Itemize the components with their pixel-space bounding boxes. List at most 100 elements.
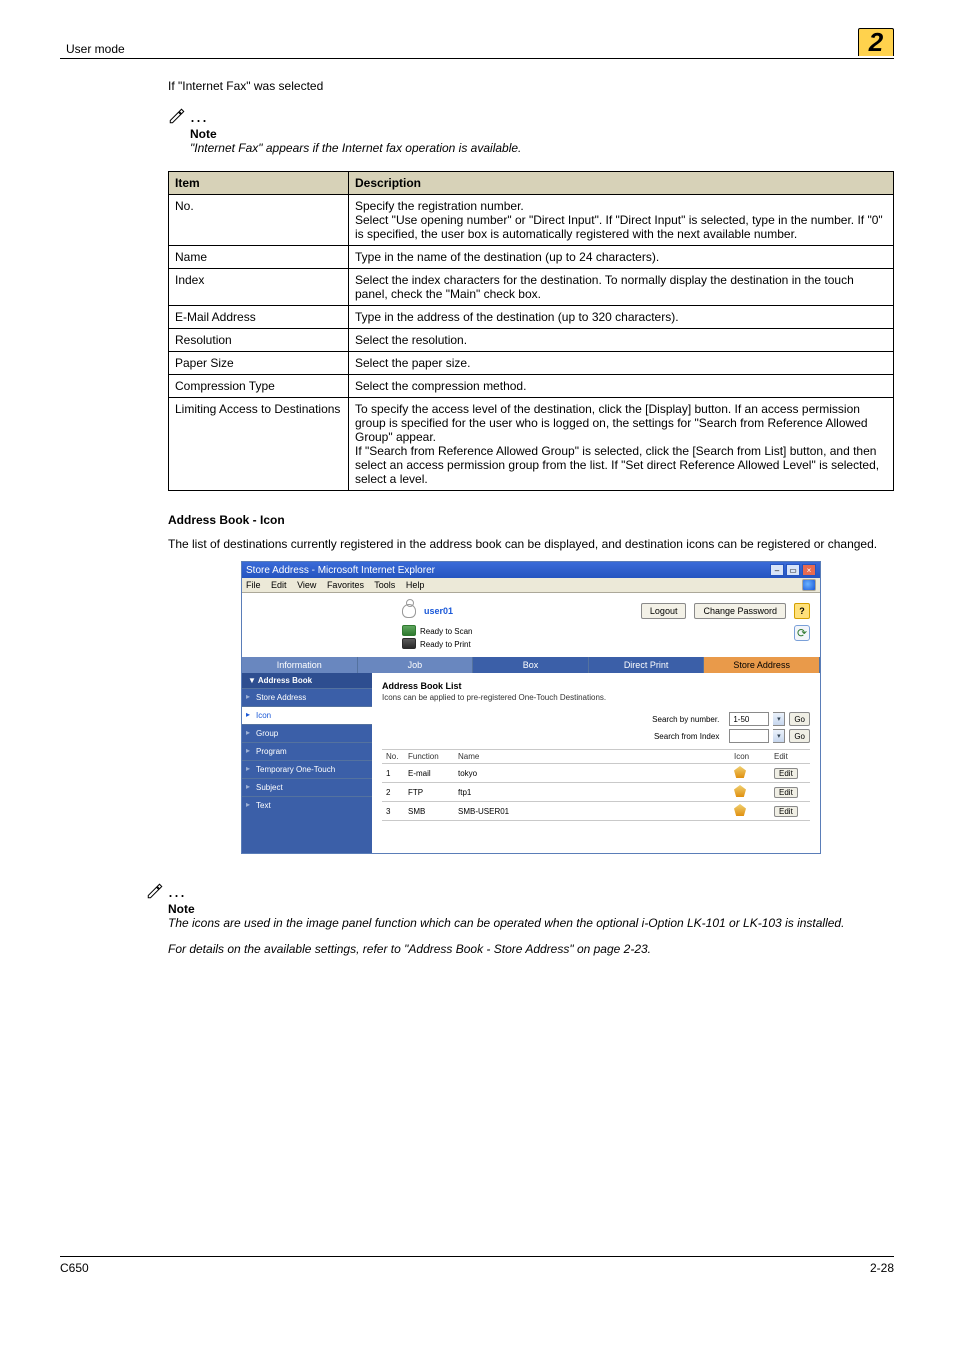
- side-group[interactable]: Group: [242, 724, 372, 742]
- status-scan: Ready to Scan: [420, 625, 472, 638]
- destination-list: No. Function Name Icon Edit: [382, 749, 810, 821]
- go-button-index[interactable]: Go: [789, 729, 810, 743]
- menu-tools[interactable]: Tools: [374, 580, 395, 590]
- close-button[interactable]: ×: [802, 564, 816, 576]
- menu-favorites[interactable]: Favorites: [327, 580, 364, 590]
- td-item: Index: [169, 269, 349, 306]
- main-tabs: Information Job Box Direct Print Store A…: [242, 657, 820, 673]
- dest-icon: [734, 766, 746, 778]
- dropdown-icon[interactable]: ▾: [773, 712, 785, 726]
- logout-button[interactable]: Logout: [641, 603, 687, 619]
- td-desc: Specify the registration number. Select …: [349, 195, 894, 246]
- menu-view[interactable]: View: [297, 580, 316, 590]
- dest-icon: [734, 804, 746, 816]
- go-button-number[interactable]: Go: [789, 712, 810, 726]
- dropdown-icon[interactable]: ▾: [773, 729, 785, 743]
- td-desc: Select the resolution.: [349, 329, 894, 352]
- header-bar: User mode 2: [60, 28, 894, 59]
- td-desc: To specify the access level of the desti…: [349, 398, 894, 491]
- tab-direct-print[interactable]: Direct Print: [589, 657, 705, 673]
- list-row: 1 E-mail tokyo Edit: [382, 764, 810, 783]
- side-subject[interactable]: Subject: [242, 778, 372, 796]
- scanner-status-icon: [402, 625, 416, 636]
- td-desc: Select the index characters for the dest…: [349, 269, 894, 306]
- intro-line: If "Internet Fax" was selected: [168, 79, 894, 93]
- lh-name: Name: [454, 750, 730, 764]
- side-text[interactable]: Text: [242, 796, 372, 814]
- menu-edit[interactable]: Edit: [271, 580, 287, 590]
- lh-no: No.: [382, 750, 404, 764]
- side-icon[interactable]: Icon: [242, 706, 372, 724]
- change-password-button[interactable]: Change Password: [694, 603, 786, 619]
- side-temp-one-touch[interactable]: Temporary One-Touch: [242, 760, 372, 778]
- browser-menubar: File Edit View Favorites Tools Help: [242, 578, 820, 593]
- note-text-line2: For details on the available settings, r…: [168, 942, 894, 956]
- index-select[interactable]: [729, 729, 769, 743]
- username-label: user01: [424, 606, 453, 616]
- td-desc: Select the paper size.: [349, 352, 894, 375]
- note-icon: [146, 882, 164, 900]
- side-program[interactable]: Program: [242, 742, 372, 760]
- footer-page: 2-28: [870, 1261, 894, 1275]
- lh-edit: Edit: [770, 750, 810, 764]
- help-icon[interactable]: ?: [794, 603, 810, 619]
- search-by-number-label: Search by number.: [652, 715, 719, 724]
- note-block-2: ... Note The icons are used in the image…: [146, 882, 894, 956]
- side-head-address-book[interactable]: ▼ Address Book: [242, 673, 372, 688]
- tab-box[interactable]: Box: [473, 657, 589, 673]
- screenshot-window: Store Address - Microsoft Internet Explo…: [241, 561, 821, 854]
- td-item: Compression Type: [169, 375, 349, 398]
- user-icon: [402, 604, 416, 618]
- edit-button[interactable]: Edit: [774, 787, 798, 798]
- td-item: Name: [169, 246, 349, 269]
- section-paragraph: The list of destinations currently regis…: [168, 537, 894, 551]
- lh-function: Function: [404, 750, 454, 764]
- footer-model: C650: [60, 1261, 89, 1275]
- note-dots: ...: [190, 113, 208, 119]
- window-titlebar: Store Address - Microsoft Internet Explo…: [242, 562, 820, 578]
- chapter-badge: 2: [858, 28, 894, 56]
- tab-information[interactable]: Information: [242, 657, 358, 673]
- td-item: Limiting Access to Destinations: [169, 398, 349, 491]
- list-row: 2 FTP ftp1 Edit: [382, 783, 810, 802]
- side-store-address[interactable]: Store Address: [242, 688, 372, 706]
- note-text: "Internet Fax" appears if the Internet f…: [190, 141, 894, 155]
- page-footer: C650 2-28: [60, 1256, 894, 1275]
- tab-job[interactable]: Job: [358, 657, 474, 673]
- status-print: Ready to Print: [420, 638, 472, 651]
- list-row: 3 SMB SMB-USER01 Edit: [382, 802, 810, 821]
- content-pane: Address Book List Icons can be applied t…: [372, 673, 820, 853]
- edit-button[interactable]: Edit: [774, 806, 798, 817]
- note-label: Note: [190, 127, 894, 141]
- menu-help[interactable]: Help: [406, 580, 425, 590]
- dest-icon: [734, 785, 746, 797]
- tab-store-address[interactable]: Store Address: [704, 657, 820, 673]
- td-desc: Select the compression method.: [349, 375, 894, 398]
- maximize-button[interactable]: ▭: [786, 564, 800, 576]
- refresh-icon[interactable]: ⟳: [794, 625, 810, 641]
- note-text-line1: The icons are used in the image panel fu…: [168, 916, 894, 930]
- ie-logo-icon: [802, 579, 816, 591]
- search-from-index-label: Search from Index: [654, 732, 719, 741]
- window-title: Store Address - Microsoft Internet Explo…: [246, 565, 435, 576]
- th-item: Item: [169, 172, 349, 195]
- td-desc: Type in the address of the destination (…: [349, 306, 894, 329]
- edit-button[interactable]: Edit: [774, 768, 798, 779]
- menu-file[interactable]: File: [246, 580, 261, 590]
- pane-subtitle: Icons can be applied to pre-registered O…: [382, 693, 810, 702]
- td-item: E-Mail Address: [169, 306, 349, 329]
- breadcrumb: User mode: [60, 42, 125, 56]
- note-label: Note: [168, 902, 894, 916]
- spec-table: Item Description No.Specify the registra…: [168, 171, 894, 491]
- pane-title: Address Book List: [382, 681, 810, 691]
- note-block-1: ... Note "Internet Fax" appears if the I…: [168, 107, 894, 155]
- td-item: Resolution: [169, 329, 349, 352]
- sidebar: ▼ Address Book Store Address Icon Group …: [242, 673, 372, 853]
- lh-icon: Icon: [730, 750, 770, 764]
- note-icon: [168, 107, 186, 125]
- printer-status-icon: [402, 638, 416, 649]
- number-range-select[interactable]: 1-50: [729, 712, 769, 726]
- note-dots: ...: [168, 888, 186, 894]
- td-desc: Type in the name of the destination (up …: [349, 246, 894, 269]
- minimize-button[interactable]: –: [770, 564, 784, 576]
